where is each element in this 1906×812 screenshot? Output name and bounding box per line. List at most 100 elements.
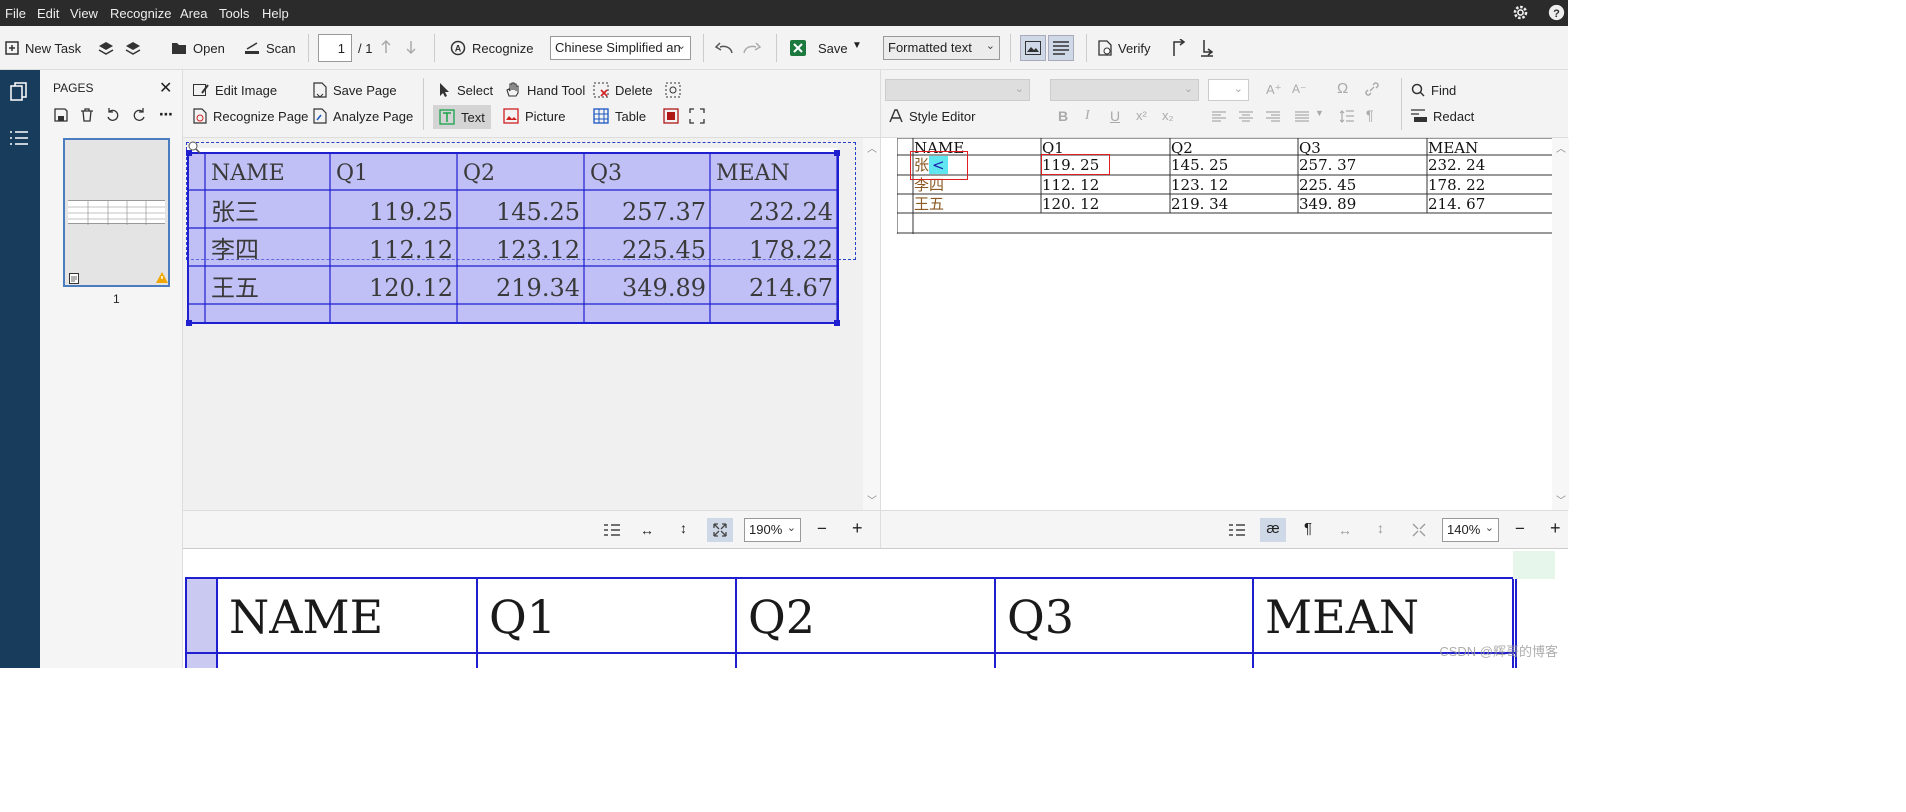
- open-button[interactable]: Open: [171, 26, 225, 70]
- save-icon[interactable]: [54, 108, 68, 122]
- align-right-icon[interactable]: [1266, 111, 1280, 123]
- help-icon[interactable]: ?: [1548, 4, 1565, 21]
- bold-icon[interactable]: B: [1058, 108, 1068, 124]
- text-table-cell[interactable]: 145. 25: [1171, 156, 1228, 174]
- scroll-down-icon[interactable]: ﹀: [1556, 492, 1566, 507]
- zoom-in-icon[interactable]: +: [1550, 518, 1561, 539]
- edit-image-button[interactable]: Edit Image: [193, 79, 277, 101]
- table-area-selection[interactable]: NAME Q1 Q2 Q3 MEAN 张三 119.25 145.25 257.37 232.24…: [187, 152, 839, 324]
- new-task-button[interactable]: New Task: [5, 26, 81, 70]
- zoom-out-icon[interactable]: −: [817, 519, 827, 539]
- more-options-icon[interactable]: ⋯: [159, 106, 173, 123]
- page-thumbnail[interactable]: [63, 138, 170, 287]
- output-format-select[interactable]: Formatted text ⌄: [883, 36, 1000, 60]
- undo-icon[interactable]: [714, 41, 734, 55]
- scroll-up-icon[interactable]: ︿: [1556, 140, 1566, 155]
- fit-page-icon[interactable]: [707, 518, 733, 542]
- trash-icon[interactable]: [80, 108, 94, 122]
- menu-tools[interactable]: Tools: [219, 6, 249, 21]
- fit-height-icon[interactable]: ↕: [1377, 520, 1384, 536]
- text-table-cell[interactable]: 178. 22: [1428, 176, 1485, 194]
- scroll-down-icon[interactable]: ﹀: [867, 492, 877, 507]
- text-table-cell[interactable]: 王五: [914, 195, 944, 213]
- text-zoom-select[interactable]: 140% ⌄: [1442, 518, 1499, 542]
- hand-tool-button[interactable]: Hand Tool: [505, 79, 585, 101]
- line-spacing-icon[interactable]: [1340, 110, 1354, 123]
- area-properties-icon[interactable]: [665, 82, 681, 98]
- recognize-button[interactable]: A Recognize: [450, 26, 533, 70]
- text-table-cell[interactable]: 214. 67: [1428, 195, 1485, 213]
- save-page-button[interactable]: Save Page: [313, 79, 397, 101]
- background-area-icon[interactable]: [663, 108, 679, 124]
- resize-handle[interactable]: [186, 320, 192, 326]
- next-issue-icon[interactable]: [1200, 39, 1214, 57]
- list-nav-icon[interactable]: [10, 130, 28, 146]
- scan-button[interactable]: Scan: [244, 26, 296, 70]
- save-dropdown-caret-icon[interactable]: ▼: [852, 40, 862, 51]
- menu-file[interactable]: File: [5, 6, 26, 21]
- justify-icon[interactable]: [1295, 111, 1309, 123]
- vertical-scrollbar[interactable]: ︿ ﹀: [863, 138, 880, 510]
- text-table-cell[interactable]: 120. 12: [1042, 195, 1099, 213]
- font-select[interactable]: ⌄: [1050, 79, 1199, 101]
- view-options-icon[interactable]: [604, 523, 620, 537]
- style-editor-button[interactable]: Style Editor: [889, 105, 975, 127]
- redact-button[interactable]: Redact: [1411, 105, 1474, 127]
- save-button[interactable]: Save: [790, 26, 848, 70]
- text-area-tool-button[interactable]: Text: [433, 105, 491, 129]
- next-page-arrow-down-icon[interactable]: [405, 39, 417, 55]
- select-tool-button[interactable]: Select: [439, 79, 493, 101]
- settings-gear-icon[interactable]: [1512, 4, 1529, 21]
- zoom-in-icon[interactable]: +: [852, 518, 863, 539]
- italic-icon[interactable]: I: [1085, 108, 1090, 124]
- pages-nav-icon[interactable]: [10, 82, 28, 102]
- menu-edit[interactable]: Edit: [37, 6, 59, 21]
- recognize-page-button[interactable]: Recognize Page: [193, 105, 308, 127]
- underline-icon[interactable]: U: [1110, 108, 1120, 124]
- special-char-icon[interactable]: Ω: [1337, 80, 1348, 97]
- recognized-table[interactable]: NAME Q1 Q2 Q3 MEAN 张 <119. 25 145. 25 257. 37 232…: [897, 138, 1557, 234]
- rotate-right-icon[interactable]: [132, 108, 146, 122]
- text-view-pane[interactable]: NAME Q1 Q2 Q3 MEAN 张 <119. 25 145. 25 257. 37 232…: [880, 138, 1569, 510]
- text-table-header-cell[interactable]: Q3: [1299, 139, 1321, 157]
- crop-area-icon[interactable]: [689, 108, 705, 124]
- text-table-cell[interactable]: 225. 45: [1299, 176, 1356, 194]
- text-table-cell[interactable]: 123. 12: [1171, 176, 1228, 194]
- link-icon[interactable]: [1364, 81, 1380, 97]
- text-table-header-cell[interactable]: Q2: [1171, 139, 1193, 157]
- zoom-out-icon[interactable]: −: [1515, 519, 1525, 539]
- zoom-table-selection[interactable]: NAME Q1 Q2 Q3 MEAN: [185, 577, 1517, 668]
- find-button[interactable]: Find: [1411, 79, 1456, 101]
- view-options-icon[interactable]: [1229, 523, 1245, 537]
- fit-width-icon[interactable]: ↔: [640, 522, 654, 538]
- text-table-cell[interactable]: 232. 24: [1428, 156, 1485, 174]
- show-formatting-icon[interactable]: ¶: [1304, 520, 1312, 537]
- page-number-input[interactable]: 1: [318, 34, 352, 62]
- redo-icon[interactable]: [742, 41, 762, 55]
- menu-help[interactable]: Help: [262, 6, 289, 21]
- align-center-icon[interactable]: [1239, 111, 1253, 123]
- analyze-page-button[interactable]: Analyze Page: [313, 105, 413, 127]
- superscript-icon[interactable]: x²: [1136, 108, 1147, 123]
- text-table-cell[interactable]: 219. 34: [1171, 195, 1228, 213]
- text-table-cell[interactable]: 349. 89: [1299, 195, 1356, 213]
- layers-menu-button[interactable]: [124, 26, 142, 70]
- layers-button[interactable]: [97, 26, 115, 70]
- resize-handle[interactable]: [834, 320, 840, 326]
- align-dropdown-caret-icon[interactable]: ▼: [1315, 108, 1324, 118]
- picture-area-tool-button[interactable]: Picture: [503, 105, 565, 127]
- paragraph-marks-icon[interactable]: ¶: [1366, 107, 1374, 123]
- text-table-cell[interactable]: 257. 37: [1299, 156, 1356, 174]
- style-select[interactable]: ⌄: [885, 79, 1030, 101]
- area-magnifier-icon[interactable]: [187, 140, 201, 154]
- decrease-font-icon[interactable]: A⁻: [1292, 82, 1306, 96]
- text-table-header-cell[interactable]: MEAN: [1428, 139, 1478, 157]
- previous-issue-icon[interactable]: [1172, 39, 1186, 57]
- increase-font-icon[interactable]: A⁺: [1266, 82, 1282, 98]
- verify-button[interactable]: Verify: [1098, 26, 1151, 70]
- menu-area[interactable]: Area: [180, 6, 207, 21]
- close-icon[interactable]: ✕: [159, 78, 172, 98]
- prev-page-arrow-up-icon[interactable]: [380, 39, 392, 55]
- vertical-scrollbar[interactable]: ︿ ﹀: [1552, 138, 1569, 510]
- scroll-up-icon[interactable]: ︿: [867, 140, 877, 155]
